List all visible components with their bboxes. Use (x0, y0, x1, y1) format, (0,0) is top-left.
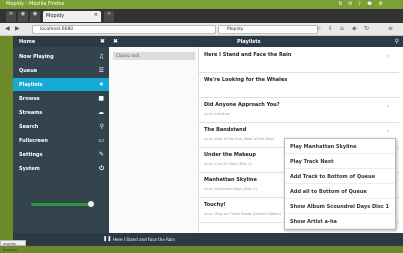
track-title: We're Looking for the Whales (204, 77, 288, 83)
close-icon[interactable]: ✖ (113, 38, 118, 45)
context-menu: Play Manhattan Skyline Play Track Next A… (284, 138, 396, 230)
track-subtitle: a-ha / Lifelines (204, 112, 230, 116)
sidebar-item-fullscreen[interactable]: Fullscreen ▭ (13, 134, 109, 147)
chevron-right-icon[interactable]: › (387, 53, 389, 60)
forward-arrow-icon[interactable]: ▶ (15, 25, 20, 33)
menu-item-play-next[interactable]: Play Track Next (285, 154, 395, 169)
menu-item-show-artist[interactable]: Show Artist a-ha (285, 214, 395, 229)
track-row[interactable]: We're Looking for the Whales (199, 73, 399, 98)
power-icon: ⏻ (99, 165, 104, 172)
sidebar-item-now-playing[interactable]: Now Playing ♫ (13, 50, 109, 63)
menu-item-label: Play Track Next (290, 159, 334, 165)
sidebar-header: Home ✖ (13, 36, 109, 47)
cloud-icon: ☁ (98, 109, 104, 116)
track-subtitle: a-ha / East of the Sun, West of the Moon (204, 137, 275, 141)
sidebar-item-label: Search (19, 124, 39, 130)
menu-item-add-all-queue[interactable]: Add all to Bottom of Queue (285, 184, 395, 199)
main-header: ✖ Playlists ⚲ (109, 36, 403, 47)
home-icon[interactable]: ⌂ (340, 25, 344, 33)
sidebar: Now Playing ♫ Queue ☰ Playlists ★ Browse… (13, 47, 109, 233)
sidebar-item-search[interactable]: Search ⚲ (13, 120, 109, 133)
track-row[interactable]: Did Anyone Approach You? a-ha / Lifeline… (199, 98, 399, 123)
search-icon: ⚲ (99, 123, 104, 130)
track-title: Touchy! (204, 202, 226, 208)
taskbar-item[interactable]: mopidy - browser (0, 240, 26, 252)
menu-item-label: Add all to Bottom of Queue (290, 189, 367, 195)
browser-nav-bar: ◀ ▶ localhost:6680 Mopidy ☆ ⇩ ⌂ ◈ ↻ ≡ (0, 23, 403, 36)
wrench-icon: ✎ (98, 151, 104, 158)
sidebar-item-browse[interactable]: Browse ■ (13, 92, 109, 105)
now-playing-title: Here I Stand and Face the Rain (113, 237, 175, 242)
sidebar-item-label: Playlists (19, 82, 43, 88)
track-subtitle: a-ha / Scoundrel Days (Disc 1) (204, 187, 258, 191)
chevron-right-icon[interactable]: › (387, 103, 389, 110)
menu-item-show-album[interactable]: Show Album Scoundrel Days Disc 1 (285, 199, 395, 214)
sidebar-item-streams[interactable]: Streams ☁ (13, 106, 109, 119)
browser-menu-icon[interactable]: ≡ (6, 11, 16, 22)
chevron-right-icon[interactable]: › (387, 128, 389, 135)
track-title: Manhattan Skyline (204, 177, 257, 183)
sidebar-item-queue[interactable]: Queue ☰ (13, 64, 109, 77)
sidebar-item-label: Browse (19, 96, 40, 102)
sidebar-item-playlists[interactable]: Playlists ★ (13, 78, 109, 91)
monitor-icon: ▭ (98, 137, 104, 144)
menu-item-label: Show Album Scoundrel Days Disc 1 (290, 204, 390, 210)
menu-item-label: Play Manhattan Skyline (290, 144, 357, 150)
system-tray-icons: ⇅ ✉ ♪ ⌚ ⚙ (338, 1, 385, 7)
volume-slider[interactable] (31, 201, 94, 207)
pause-icon[interactable]: ❚❚ (103, 236, 111, 242)
track-row[interactable]: Here I Stand and Face the Rain › (199, 48, 399, 73)
sidebar-item-system[interactable]: System ⏻ (13, 162, 109, 175)
now-playing-footer: ❚❚ Here I Stand and Face the Rain (103, 233, 403, 246)
download-icon[interactable]: ⇩ (328, 25, 333, 33)
footer-left (13, 233, 109, 246)
sidebar-item-label: Streams (19, 110, 43, 116)
url-field[interactable]: localhost:6680 (32, 25, 216, 34)
sidebar-item-label: Queue (19, 68, 38, 74)
os-title-bar: Mopidy - Mozilla Firefox ⇅ ✉ ♪ ⌚ ⚙ (0, 0, 403, 9)
volume-slider-handle[interactable] (88, 201, 94, 207)
menu-item-label: Add Track to Bottom of Queue (290, 174, 375, 180)
tab-pinned[interactable]: ◉ (18, 11, 28, 22)
sidebar-item-label: System (19, 166, 40, 172)
list-icon: ☰ (98, 67, 104, 74)
search-icon[interactable]: ⚲ (395, 38, 399, 45)
sidebar-item-label: Settings (19, 152, 43, 158)
close-sidebar-icon[interactable]: ✖ (100, 38, 105, 45)
tab-close-icon[interactable]: × (94, 12, 98, 18)
track-subtitle: a-ha / Cast in Steel (Disc 1) (204, 162, 252, 166)
track-title: The Bandstand (204, 127, 247, 133)
shield-icon[interactable]: ◈ (352, 25, 357, 33)
folder-icon: ■ (98, 95, 104, 102)
new-tab-plus-icon[interactable]: + (104, 11, 114, 22)
window-title: Mopidy - Mozilla Firefox (6, 1, 65, 7)
track-subtitle: a-ha / Stay on These Roads (Deluxe Editi… (204, 212, 281, 216)
sidebar-header-label: Home (19, 39, 36, 45)
page-title: Playlists (237, 39, 261, 45)
track-title: Here I Stand and Face the Rain (204, 52, 292, 58)
star-icon: ★ (98, 81, 104, 88)
back-arrow-icon[interactable]: ◀ (5, 25, 10, 33)
star-icon[interactable]: ☆ (316, 25, 321, 33)
browser-tab-bar: ≡ ◉ ◉ Mopidy × + (0, 9, 403, 23)
track-title: Did Anyone Approach You? (204, 102, 280, 108)
playlist-column: Classic rock (109, 47, 199, 233)
sidebar-item-label: Fullscreen (19, 138, 48, 144)
sync-icon[interactable]: ↻ (364, 25, 369, 33)
tab-pinned-2[interactable]: ◉ (30, 11, 40, 22)
music-note-icon: ♫ (98, 53, 104, 60)
menu-item-label: Show Artist a-ha (290, 219, 337, 225)
track-title: Under the Makeup (204, 152, 256, 158)
menu-item-add-track-queue[interactable]: Add Track to Bottom of Queue (285, 169, 395, 184)
menu-item-play[interactable]: Play Manhattan Skyline (285, 139, 395, 154)
menu-icon[interactable]: ≡ (388, 25, 393, 33)
playlist-item[interactable]: Classic rock (113, 52, 195, 60)
tab-label: Mopidy (46, 13, 65, 19)
tab-mopidy[interactable]: Mopidy × (43, 11, 101, 22)
sidebar-item-label: Now Playing (19, 54, 54, 60)
search-field[interactable]: Mopidy (218, 25, 318, 34)
sidebar-item-settings[interactable]: Settings ✎ (13, 148, 109, 161)
